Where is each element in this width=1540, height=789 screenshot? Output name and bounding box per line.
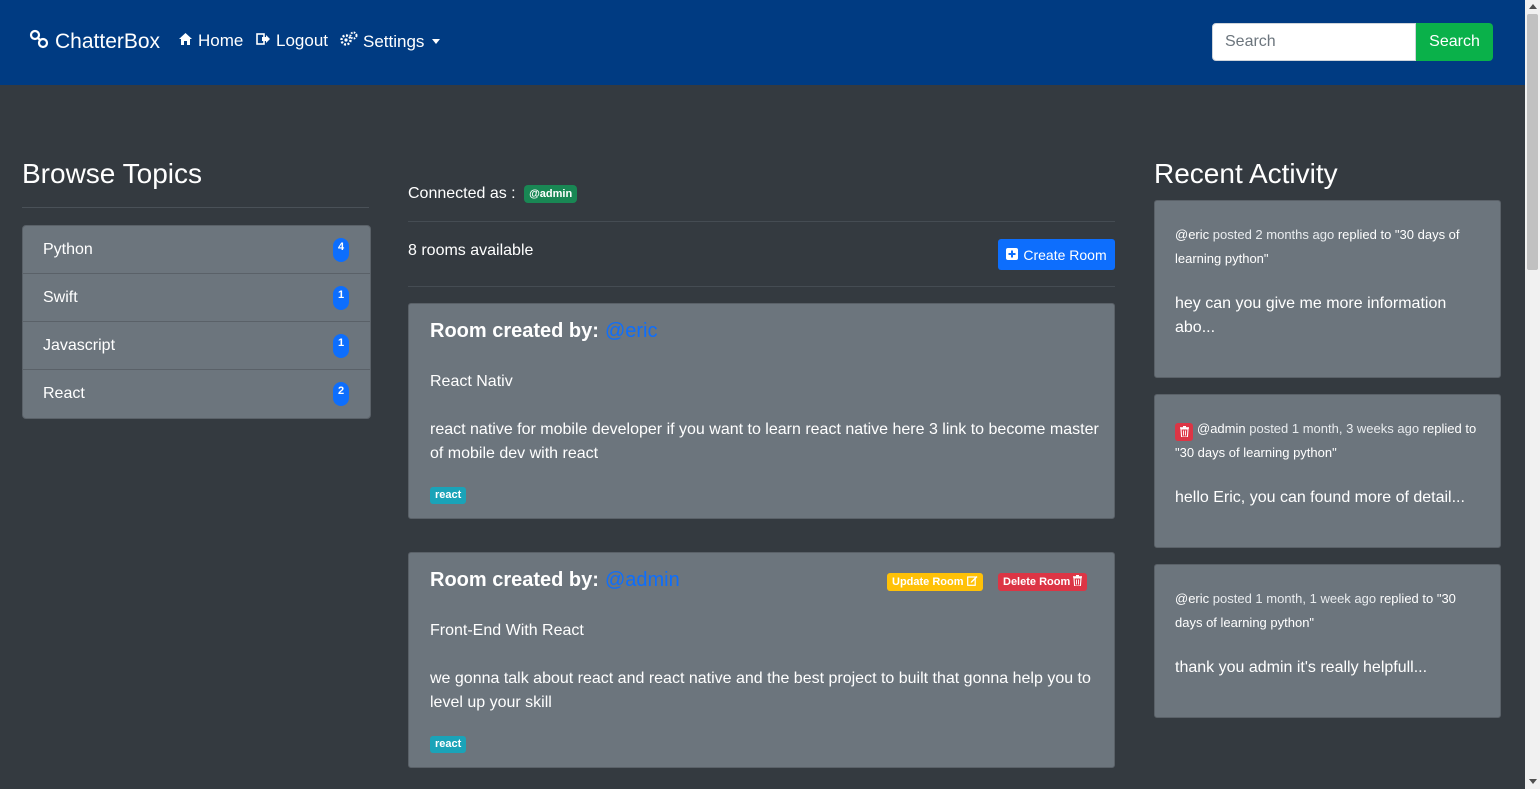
room-header: Room created by: @admin xyxy=(430,569,680,592)
activity-card: @admin posted 1 month, 3 weeks ago repli… xyxy=(1154,394,1501,548)
page-scrollbar[interactable] xyxy=(1525,0,1540,789)
trash-icon xyxy=(1073,575,1083,589)
rooms-available: 8 rooms available xyxy=(408,242,534,259)
room-author-link[interactable]: @admin xyxy=(605,569,680,591)
scroll-up-arrow-icon[interactable] xyxy=(1529,4,1537,9)
room-created-by-label: Room created by: xyxy=(430,569,599,591)
room-card[interactable]: Room created by: @eric React Nativ react … xyxy=(408,303,1115,519)
activity-card: @eric posted 2 months ago replied to "30… xyxy=(1154,200,1501,378)
topic-count-badge: 2 xyxy=(333,382,349,406)
activity-time: posted 1 month, 1 week ago xyxy=(1212,591,1377,606)
room-description: react native for mobile developer if you… xyxy=(430,421,1099,462)
home-icon xyxy=(178,31,193,51)
link-icon xyxy=(29,29,49,55)
activity-meta: @eric posted 1 month, 1 week ago replied… xyxy=(1175,587,1485,635)
nav-settings-dropdown[interactable]: Settings xyxy=(340,31,441,52)
divider xyxy=(22,207,369,208)
browse-topics-title: Browse Topics xyxy=(22,158,203,189)
topic-count-badge: 4 xyxy=(333,238,349,262)
room-topic-tag[interactable]: react xyxy=(430,487,467,504)
connected-label: Connected as : xyxy=(408,185,516,203)
topic-name: Javascript xyxy=(43,337,116,354)
room-description: we gonna talk about react and react nati… xyxy=(430,670,1091,711)
plus-square-icon xyxy=(1006,247,1019,263)
topic-item-swift[interactable]: Swift 1 xyxy=(23,274,370,322)
topic-item-react[interactable]: React 2 xyxy=(23,370,370,418)
caret-down-icon xyxy=(432,39,441,44)
room-created-by-label: Room created by: xyxy=(430,320,599,342)
create-room-button[interactable]: Create Room xyxy=(998,239,1115,270)
update-room-label: Update Room xyxy=(892,576,964,588)
topic-item-python[interactable]: Python 4 xyxy=(23,226,370,274)
divider xyxy=(408,286,1115,287)
activity-meta: @eric posted 2 months ago replied to "30… xyxy=(1175,223,1485,271)
activity-time: posted 2 months ago xyxy=(1212,227,1335,242)
room-author-link[interactable]: @eric xyxy=(605,320,658,342)
brand[interactable]: ChatterBox xyxy=(29,29,160,55)
topic-name: Python xyxy=(43,241,93,258)
navbar: ChatterBox Home Logout Settings Search xyxy=(0,0,1525,85)
nav-home[interactable]: Home xyxy=(178,31,243,51)
nav-home-label: Home xyxy=(198,31,244,50)
scroll-down-arrow-icon[interactable] xyxy=(1529,779,1537,784)
search-button[interactable]: Search xyxy=(1416,23,1493,61)
delete-message-trash-icon[interactable] xyxy=(1175,422,1193,441)
room-card[interactable]: Room created by: @admin Update Room Delet… xyxy=(408,552,1115,768)
activity-meta: @admin posted 1 month, 3 weeks ago repli… xyxy=(1175,417,1485,465)
scroll-thumb[interactable] xyxy=(1527,14,1538,270)
recent-activity-title: Recent Activity xyxy=(1154,158,1338,189)
activity-user-link[interactable]: @admin xyxy=(1197,421,1246,436)
activity-time: posted 1 month, 3 weeks ago xyxy=(1249,421,1420,436)
topic-count-badge: 1 xyxy=(333,286,349,310)
search-input[interactable] xyxy=(1212,23,1416,61)
delete-room-button[interactable]: Delete Room xyxy=(998,573,1088,591)
connected-user-badge: @admin xyxy=(524,185,578,203)
edit-icon xyxy=(966,575,978,589)
activity-body: thank you admin it's really helpfull... xyxy=(1175,659,1428,676)
topic-name: Swift xyxy=(43,289,78,306)
create-room-label: Create Room xyxy=(1023,246,1107,263)
room-name-link[interactable]: Front-End With React xyxy=(430,622,584,640)
brand-name: ChatterBox xyxy=(55,30,161,53)
gears-icon xyxy=(340,31,358,52)
logout-icon xyxy=(256,31,271,51)
nav-settings-label: Settings xyxy=(363,31,425,51)
activity-card: @eric posted 1 month, 1 week ago replied… xyxy=(1154,564,1501,718)
room-topic-tag[interactable]: react xyxy=(430,736,467,753)
room-header: Room created by: @eric xyxy=(430,320,657,343)
activity-body: hello Eric, you can found more of detail… xyxy=(1175,489,1465,506)
activity-user-link[interactable]: @eric xyxy=(1175,227,1209,242)
topic-list: Python 4 Swift 1 Javascript 1 React 2 xyxy=(22,225,371,419)
update-room-button[interactable]: Update Room xyxy=(887,573,983,591)
topic-item-javascript[interactable]: Javascript 1 xyxy=(23,322,370,370)
nav-logout-label: Logout xyxy=(276,31,328,50)
connected-as: Connected as : @admin xyxy=(408,185,578,203)
topic-name: React xyxy=(43,385,85,402)
topic-count-badge: 1 xyxy=(333,334,349,358)
divider xyxy=(408,221,1115,222)
activity-body: hey can you give me more information abo… xyxy=(1175,295,1447,336)
room-name-link[interactable]: React Nativ xyxy=(430,373,513,391)
delete-room-label: Delete Room xyxy=(1003,576,1071,588)
nav-logout[interactable]: Logout xyxy=(256,31,328,51)
activity-user-link[interactable]: @eric xyxy=(1175,591,1209,606)
